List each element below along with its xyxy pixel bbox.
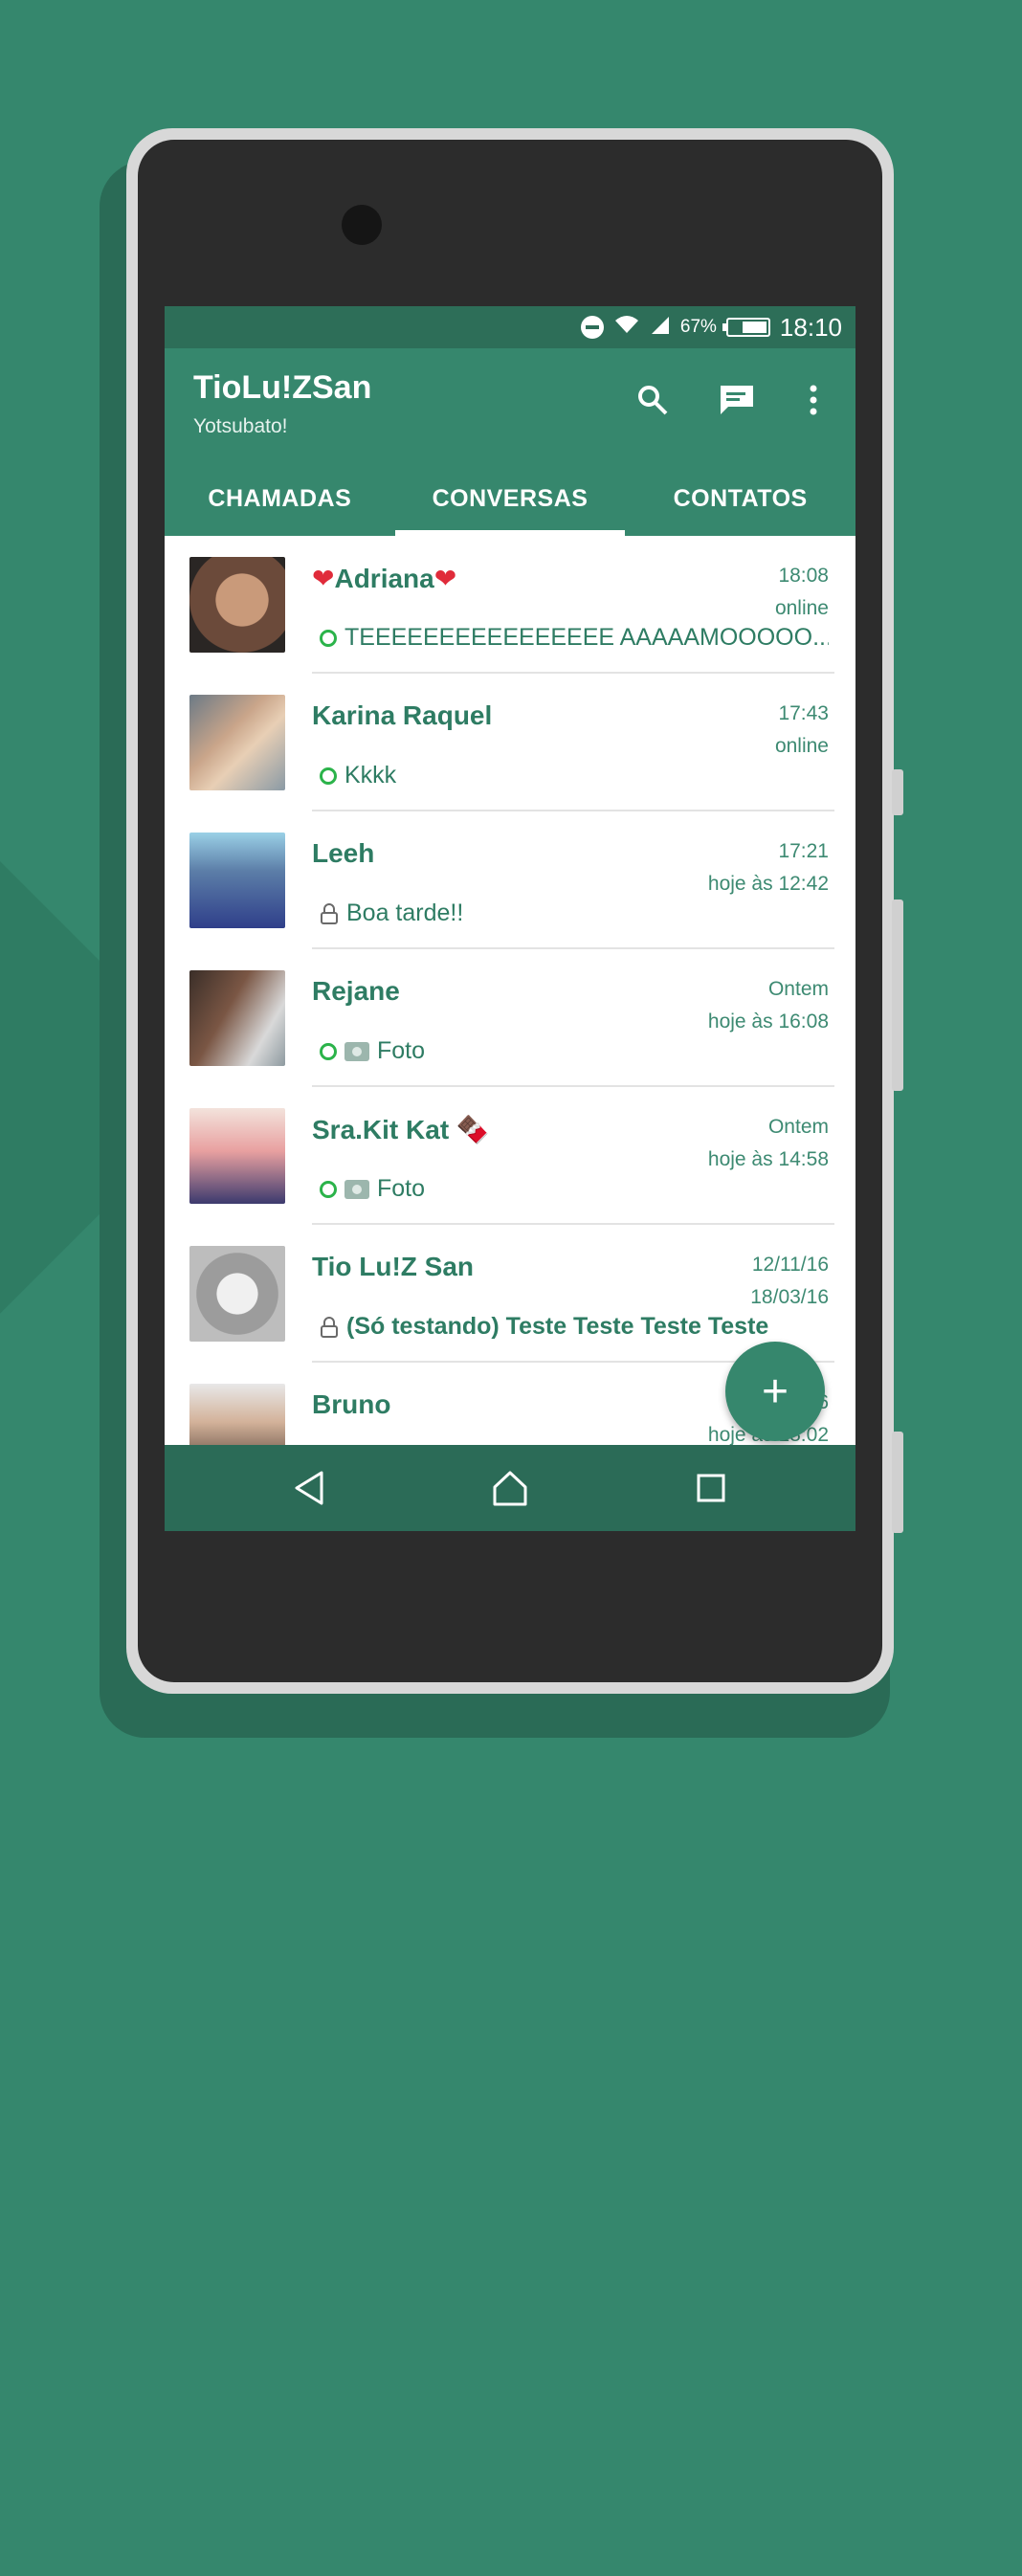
lock-icon	[321, 902, 338, 924]
last-seen: online	[774, 735, 829, 757]
online-ring-icon	[320, 1180, 337, 1198]
tab-chamadas[interactable]: CHAMADAS	[165, 462, 395, 536]
more-vert-icon[interactable]	[790, 377, 836, 423]
navigation-bar	[165, 1445, 855, 1531]
app-screen: 67% 18:10 TioLu!ZSan Yotsubato! CHAMADAS…	[165, 306, 855, 1531]
chat-row-sra-kit-kat[interactable]: Sra.Kit Kat 🍫 Ontem hoje às 14:58 Foto	[165, 1087, 855, 1225]
camera-icon	[344, 1179, 369, 1199]
preview-text: (Só testando) Teste Teste Teste Teste	[346, 1313, 769, 1340]
last-seen: hoje às 14:58	[707, 1148, 829, 1170]
lock-icon	[321, 1316, 338, 1338]
new-chat-fab[interactable]: +	[725, 1342, 825, 1441]
chat-row-karina-raquel[interactable]: Karina Raquel 17:43 online Kkkk	[165, 674, 855, 811]
chat-name: Bruno	[312, 1389, 391, 1419]
app-subtitle: Yotsubato!	[193, 415, 288, 437]
avatar[interactable]	[189, 1246, 285, 1342]
online-ring-icon	[320, 629, 337, 647]
chat-time: Ontem	[767, 1116, 829, 1138]
chat-row-tio-luz-san[interactable]: Tio Lu!Z San 12/11/16 18/03/16 (Só testa…	[165, 1225, 855, 1363]
do-not-disturb-icon	[580, 316, 604, 339]
chat-row-rejane[interactable]: Rejane Ontem hoje às 16:08 Foto	[165, 949, 855, 1087]
front-camera	[342, 205, 382, 245]
battery-percent: 67%	[679, 317, 717, 337]
preview-text: Boa tarde!!	[346, 899, 464, 926]
chat-name: Rejane	[312, 976, 400, 1006]
phone-volume-button	[892, 899, 903, 1091]
chat-name: Leeh	[312, 838, 375, 868]
tab-bar: CHAMADAS CONVERSAS CONTATOS	[165, 462, 855, 536]
online-ring-icon	[320, 1042, 337, 1060]
preview-text: Foto	[377, 1175, 426, 1202]
avatar[interactable]	[189, 970, 285, 1066]
chat-time: Ontem	[767, 978, 829, 1000]
chat-preview: (Só testando) Teste Teste Teste Teste	[320, 1313, 829, 1341]
battery-icon	[722, 318, 770, 337]
chat-preview: Boa tarde!!	[320, 899, 829, 927]
preview-text: Foto	[377, 1037, 426, 1064]
recents-icon[interactable]	[668, 1445, 754, 1531]
phone-side-button	[892, 769, 903, 815]
app-title: TioLu!ZSan	[193, 369, 372, 406]
avatar[interactable]	[189, 1108, 285, 1204]
app-bar: TioLu!ZSan Yotsubato!	[165, 348, 855, 462]
tab-conversas[interactable]: CONVERSAS	[394, 462, 626, 536]
last-seen: 18/03/16	[750, 1286, 829, 1308]
signal-icon	[650, 315, 671, 340]
status-bar: 67% 18:10	[165, 306, 855, 348]
phone-power-button	[892, 1432, 903, 1533]
chat-preview: Foto	[320, 1175, 829, 1203]
chat-name: Karina Raquel	[312, 700, 493, 730]
online-ring-icon	[320, 766, 337, 785]
chat-preview: Kkkk	[320, 762, 829, 789]
camera-icon	[344, 1041, 369, 1061]
chat-time: 18:08	[778, 565, 829, 587]
clock: 18:10	[779, 312, 842, 342]
last-seen: hoje às 12:42	[707, 873, 829, 895]
chat-name: Sra.Kit Kat 🍫	[312, 1115, 490, 1144]
preview-text: TEEEEEEEEEEEEEEEE AAAAAMOOOOO...	[344, 624, 829, 651]
avatar[interactable]	[189, 833, 285, 928]
chat-preview: Foto	[320, 1037, 829, 1065]
last-seen: online	[774, 597, 829, 619]
chat-preview: TEEEEEEEEEEEEEEEE AAAAAMOOOOO...	[320, 624, 829, 652]
search-icon[interactable]	[630, 377, 676, 423]
wifi-icon	[613, 314, 640, 341]
heart-icon: ❤	[312, 564, 335, 593]
chat-time: 12/11/16	[751, 1254, 829, 1276]
chat-row-adriana[interactable]: ❤Adriana❤ 18:08 online TEEEEEEEEEEEEEEEE…	[165, 536, 855, 674]
chat-name: Tio Lu!Z San	[312, 1252, 475, 1281]
chat-icon[interactable]	[714, 377, 760, 423]
tab-contatos[interactable]: CONTATOS	[625, 462, 855, 536]
heart-icon: ❤	[433, 564, 457, 593]
back-icon[interactable]	[266, 1445, 352, 1531]
home-icon[interactable]	[467, 1445, 553, 1531]
chat-row-leeh[interactable]: Leeh 17:21 hoje às 12:42 Boa tarde!!	[165, 811, 855, 949]
chat-time: 17:21	[778, 840, 829, 862]
chat-time: 17:43	[778, 702, 829, 724]
last-seen: hoje às 16:08	[707, 1010, 829, 1033]
chat-list: ❤Adriana❤ 18:08 online TEEEEEEEEEEEEEEEE…	[165, 536, 855, 1462]
avatar[interactable]	[189, 695, 285, 790]
avatar[interactable]	[189, 557, 285, 653]
chat-name: ❤Adriana❤	[312, 564, 457, 593]
preview-text: Kkkk	[344, 762, 397, 788]
